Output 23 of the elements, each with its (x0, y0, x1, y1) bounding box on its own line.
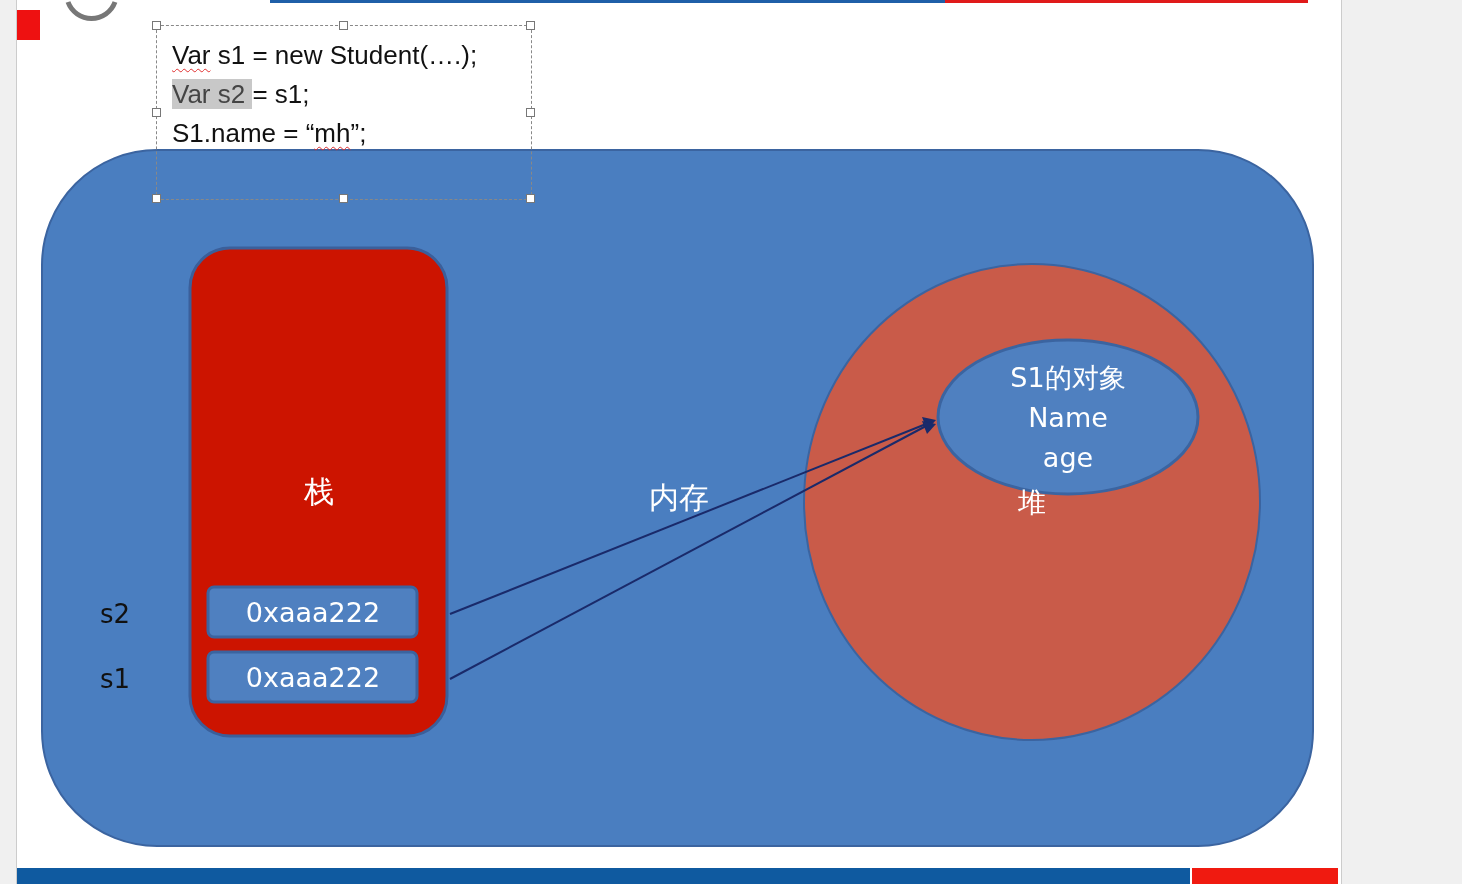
code-line: S1.name = “mh”; (172, 117, 367, 150)
resize-handle[interactable] (152, 21, 161, 30)
object-text: Name (1028, 401, 1108, 433)
variable-label: s1 (99, 663, 131, 694)
resize-handle[interactable] (526, 107, 535, 117)
resize-handle[interactable] (339, 21, 348, 30)
heap-label: 堆 (1018, 486, 1046, 519)
object-text: age (1042, 441, 1094, 473)
code-line: Var s2 = s1; (172, 78, 310, 111)
resize-handle[interactable] (526, 194, 535, 203)
code-line: Var s1 = new Student(….); (172, 39, 478, 72)
logo-icon (65, 1, 118, 21)
accent-block (17, 10, 40, 40)
resize-handle[interactable] (152, 107, 161, 117)
address-value: 0xaaa222 (245, 661, 381, 693)
memory-label: 内存 (649, 479, 709, 515)
resize-handle[interactable] (152, 194, 161, 203)
variable-label: s2 (99, 598, 131, 629)
object-text: S1的对象 (1010, 361, 1126, 393)
stack-label: 栈 (304, 473, 334, 509)
resize-handle[interactable] (339, 194, 348, 203)
resize-handle[interactable] (526, 21, 535, 30)
address-value: 0xaaa222 (245, 596, 381, 628)
